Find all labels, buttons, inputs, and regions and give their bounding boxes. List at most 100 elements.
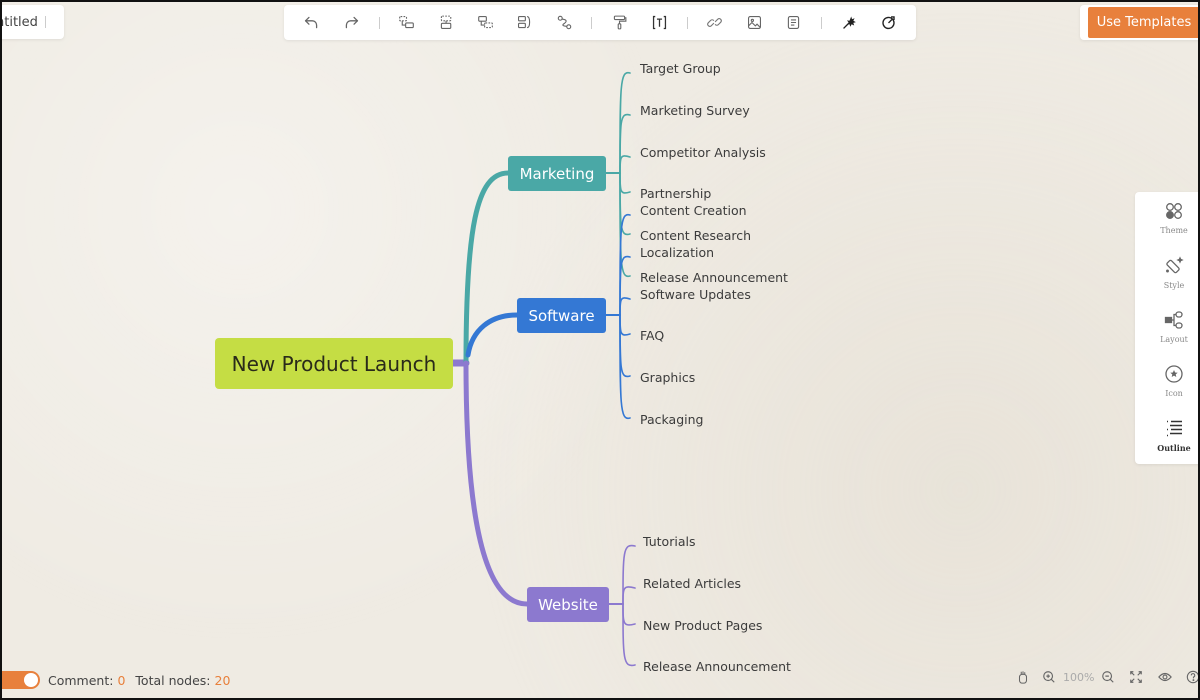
comment-toggle[interactable] [0,671,40,689]
help-icon [1187,670,1200,684]
leaf-release-announcement-marketing[interactable]: Release Announcement [640,270,788,285]
panel-icon-label: Icon [1165,389,1183,398]
panel-style[interactable]: Style [1135,256,1200,306]
target-button[interactable] [877,11,901,35]
leaf-tutorials[interactable]: Tutorials [643,534,695,549]
comment-count: 0 [117,672,126,688]
panel-outline-label: Outline [1157,443,1191,453]
root-topic[interactable]: New Product Launch [215,338,453,389]
document-title-box[interactable]: ntitled [0,5,64,39]
connector-marketing [463,170,511,366]
toolbar-divider [820,16,822,29]
leaf-packaging[interactable]: Packaging [640,412,703,427]
target-icon [882,16,895,30]
format-painter-button[interactable] [608,11,632,35]
add-relationship-button[interactable] [552,11,576,35]
leaf-target-group[interactable]: Target Group [640,61,721,76]
toggle-knob [24,673,38,687]
floating-topic-icon [478,15,493,29]
add-floating-topic-button[interactable] [474,11,498,35]
fit-screen-icon [1130,671,1143,683]
add-topic-button[interactable] [434,11,458,35]
leaf-marketing-survey[interactable]: Marketing Survey [640,103,750,118]
right-side-panel: Theme Style Layout Icon Outline [1135,192,1200,464]
leaf-partnership[interactable]: Partnership [640,186,711,201]
leaf-connector [622,603,636,667]
toolbar-divider [591,16,593,29]
leaf-new-product-pages[interactable]: New Product Pages [643,618,762,633]
insert-link-button[interactable] [703,11,727,35]
leaf-content-research[interactable]: Content Research [640,228,751,243]
panel-style-label: Style [1163,281,1185,290]
insert-note-button[interactable] [782,11,806,35]
zoom-out-icon [1102,671,1115,683]
templates-container: Use Templates [1080,5,1200,40]
use-templates-button[interactable]: Use Templates [1088,7,1200,38]
hand-icon [1018,671,1028,684]
toolbar-divider [378,16,380,29]
zoom-level: 100% [1063,670,1095,684]
text-style-button[interactable] [647,11,671,35]
branch-software[interactable]: Software [517,298,606,333]
leaf-connector [619,297,631,316]
branch-website[interactable]: Website [527,587,609,622]
layout-icon [1164,311,1183,329]
topic-icon [440,15,452,30]
document-title[interactable]: ntitled [0,15,38,30]
connector-software [465,312,520,358]
relationship-icon [557,15,571,30]
summary-icon [518,15,531,29]
image-icon [747,15,761,30]
leaf-graphics[interactable]: Graphics [640,370,695,385]
leaf-software-updates[interactable]: Software Updates [640,287,751,302]
leaf-release-announcement-website[interactable]: Release Announcement [643,659,791,674]
add-subtopic-button[interactable] [395,11,419,35]
panel-layout[interactable]: Layout [1135,310,1200,360]
undo-button[interactable] [300,11,324,35]
hand-tool-button[interactable] [1015,669,1031,685]
star-circle-icon [1165,365,1183,383]
eye-icon [1158,672,1173,682]
zoom-in-icon [1043,671,1055,683]
toolbar-divider [686,16,688,29]
branch-marketing[interactable]: Marketing [508,156,606,191]
outline-icon [1167,420,1182,437]
comment-label: Comment: [48,672,114,688]
zoom-out-button[interactable] [1100,669,1116,685]
leaf-connector [622,603,636,626]
leaf-connector [619,314,631,378]
title-divider [44,16,46,28]
fit-screen-button[interactable] [1128,669,1144,685]
panel-outline[interactable]: Outline [1135,418,1200,468]
add-summary-button[interactable] [513,11,537,35]
leaf-content-creation[interactable]: Content Creation [640,203,747,218]
leaf-connector [619,155,631,174]
zoom-controls: 100% [1015,667,1200,687]
text-icon [652,15,666,30]
total-nodes-label: Total nodes: [135,672,211,688]
insert-image-button[interactable] [742,11,766,35]
redo-button[interactable] [339,11,363,35]
panel-icon[interactable]: Icon [1135,364,1200,414]
leaf-competitor-analysis[interactable]: Competitor Analysis [640,145,766,160]
leaf-connector [619,314,631,336]
note-icon [787,15,800,30]
leaf-faq[interactable]: FAQ [640,328,664,343]
link-icon [707,18,723,27]
panel-layout-label: Layout [1160,335,1188,344]
leaf-related-articles[interactable]: Related Articles [643,576,741,591]
leaf-localization[interactable]: Localization [640,245,714,260]
paint-roller-icon [614,15,627,30]
redo-icon [345,16,358,29]
panel-theme[interactable]: Theme [1135,201,1200,251]
ai-magic-button[interactable] [837,11,861,35]
leaf-connector [622,586,636,605]
undo-icon [305,16,318,29]
subtopic-icon [399,15,415,29]
theme-icon [1166,203,1182,219]
leaf-connector [622,544,636,605]
zoom-in-button[interactable] [1041,669,1057,685]
help-button[interactable] [1185,669,1200,685]
leaf-connector [619,255,631,316]
preview-button[interactable] [1157,669,1173,685]
